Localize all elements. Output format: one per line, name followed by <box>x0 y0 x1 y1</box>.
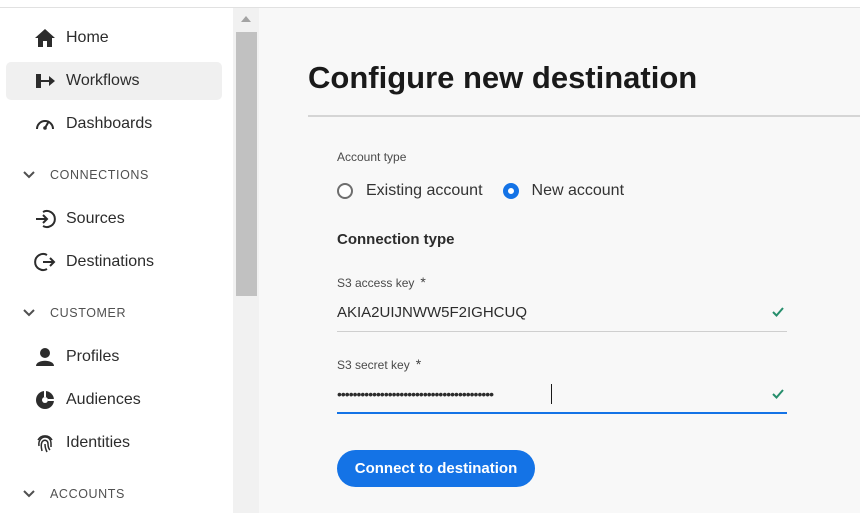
chevron-down-icon <box>23 490 35 498</box>
section-label: CUSTOMER <box>50 306 127 320</box>
sidebar-item-profiles[interactable]: Profiles <box>6 338 222 376</box>
scroll-thumb[interactable] <box>236 32 257 296</box>
connection-type-heading: Connection type <box>337 231 455 248</box>
dashboard-gauge-icon <box>34 113 56 135</box>
section-customer[interactable]: CUSTOMER <box>22 303 126 323</box>
secret-key-label-text: S3 secret key <box>337 358 410 372</box>
radio-checked-icon[interactable] <box>502 183 519 199</box>
access-key-label-text: S3 access key <box>337 276 415 290</box>
required-asterisk-icon: * <box>420 274 426 290</box>
main-content: Configure new destination Account type E… <box>259 8 860 513</box>
left-nav: Home Workflows Dashboards CONNECTIONS So… <box>0 8 233 513</box>
section-label: ACCOUNTS <box>50 487 125 501</box>
sidebar-item-label: Sources <box>66 210 125 227</box>
secret-key-input[interactable] <box>337 386 757 402</box>
secret-key-label: S3 secret key * <box>337 356 421 372</box>
sidebar-item-label: Identities <box>66 434 131 451</box>
access-key-input[interactable] <box>337 304 757 321</box>
radio-unchecked-icon[interactable] <box>337 183 353 199</box>
sidebar-item-label: Home <box>66 29 109 46</box>
radio-label: Existing account <box>366 182 483 199</box>
access-key-label: S3 access key * <box>337 274 426 290</box>
sidebar-item-destinations[interactable]: Destinations <box>6 243 222 281</box>
scroll-up-arrow-icon[interactable] <box>241 16 251 22</box>
home-icon <box>34 27 56 49</box>
chevron-down-icon <box>23 171 35 179</box>
account-type-label: Account type <box>337 150 407 164</box>
sidebar-item-home[interactable]: Home <box>6 19 222 57</box>
connect-to-destination-button[interactable]: Connect to destination <box>337 450 535 487</box>
workflows-icon <box>34 70 56 92</box>
page-title: Configure new destination <box>308 60 698 95</box>
chevron-down-icon <box>23 309 35 317</box>
sidebar-item-dashboards[interactable]: Dashboards <box>6 105 222 143</box>
sidebar-item-label: Audiences <box>66 391 141 408</box>
fingerprint-icon <box>34 432 56 454</box>
valid-checkmark-icon <box>772 307 784 317</box>
secret-key-field[interactable] <box>337 376 787 414</box>
sidebar-item-label: Destinations <box>66 253 155 270</box>
profile-icon <box>34 346 56 368</box>
section-accounts[interactable]: ACCOUNTS <box>22 484 125 504</box>
sidebar-item-label: Workflows <box>66 72 140 89</box>
valid-checkmark-icon <box>772 389 784 399</box>
audiences-icon <box>34 389 56 411</box>
sidebar-item-workflows[interactable]: Workflows <box>6 62 222 100</box>
sidebar-item-label: Dashboards <box>66 115 153 132</box>
sources-icon <box>34 208 56 230</box>
section-label: CONNECTIONS <box>50 168 149 182</box>
title-divider <box>308 115 860 117</box>
sidebar-item-sources[interactable]: Sources <box>6 200 222 238</box>
sidebar-item-identities[interactable]: Identities <box>6 424 222 462</box>
sidebar-item-audiences[interactable]: Audiences <box>6 381 222 419</box>
section-connections[interactable]: CONNECTIONS <box>22 165 149 185</box>
new-account-radio[interactable]: New account <box>502 182 625 200</box>
window-top-edge <box>0 0 860 8</box>
required-asterisk-icon: * <box>415 356 422 372</box>
sidebar-scrollbar[interactable] <box>233 8 259 513</box>
access-key-field[interactable] <box>337 294 787 332</box>
account-type-radio-group: Existing account New account <box>337 178 644 204</box>
destinations-icon <box>34 251 56 273</box>
radio-label: New account <box>531 182 625 199</box>
sidebar-item-label: Profiles <box>66 348 120 365</box>
text-cursor <box>551 384 552 404</box>
existing-account-radio[interactable]: Existing account <box>337 182 483 200</box>
